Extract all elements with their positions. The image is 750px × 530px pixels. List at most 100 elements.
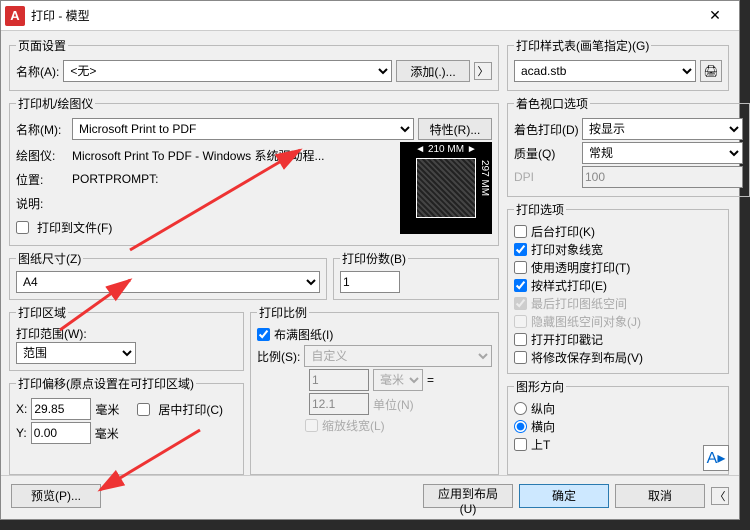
paper-size-legend: 图纸尺寸(Z)	[16, 250, 83, 267]
page-setup-group: 页面设置 名称(A): <无> 添加(.)... 〉	[9, 37, 499, 91]
copies-group: 打印份数(B)	[333, 250, 499, 300]
ratio-label: 比例(S):	[257, 348, 300, 365]
offset-y-label: Y:	[16, 426, 27, 440]
equals-label: =	[427, 373, 434, 387]
scale-unit2-input	[309, 393, 369, 415]
opt-bg-checkbox[interactable]	[514, 225, 527, 238]
ok-button[interactable]: 确定	[519, 484, 609, 508]
ratio-select: 自定义	[304, 345, 492, 367]
window-title: 打印 - 模型	[31, 7, 695, 24]
close-button[interactable]: ✕	[695, 2, 735, 30]
opt-stamp-label: 打开打印戳记	[531, 331, 603, 348]
dpi-input	[582, 166, 743, 188]
print-to-file-label: 打印到文件(F)	[37, 219, 112, 236]
shade-select[interactable]: 按显示	[582, 118, 743, 140]
opt-save-checkbox[interactable]	[514, 351, 527, 364]
page-setup-legend: 页面设置	[16, 37, 68, 54]
plotter-value: Microsoft Print To PDF - Windows 系统驱动程..…	[72, 147, 325, 164]
collapse-icon[interactable]: 〈	[711, 487, 729, 505]
preview-width-label: ◄ 210 MM ►	[400, 144, 492, 155]
area-legend: 打印区域	[16, 304, 68, 321]
footer: 预览(P)... 应用到布局(U) 确定 取消 〈	[1, 475, 739, 515]
offset-x-unit: 毫米	[95, 401, 119, 418]
dpi-label: DPI	[514, 170, 578, 184]
direction-group: 图形方向 纵向 横向 上T	[507, 378, 729, 475]
quality-label: 质量(Q)	[514, 145, 578, 162]
quality-select[interactable]: 常规	[582, 142, 743, 164]
copies-input[interactable]	[340, 271, 400, 293]
opt-stamp-checkbox[interactable]	[514, 333, 527, 346]
styles-legend: 打印样式表(画笔指定)(G)	[514, 37, 651, 54]
styles-edit-button[interactable]: 🖨	[700, 60, 722, 82]
paper-size-select[interactable]: A4	[16, 271, 320, 293]
paper-preview: ◄ 210 MM ► 297 MM	[400, 142, 492, 234]
portrait-radio[interactable]	[514, 402, 527, 415]
printer-props-button[interactable]: 特性(R)...	[418, 118, 492, 140]
opt-hide-checkbox	[514, 315, 527, 328]
offset-y-unit: 毫米	[95, 425, 119, 442]
landscape-radio[interactable]	[514, 420, 527, 433]
add-button[interactable]: 添加(.)...	[396, 60, 470, 82]
plotter-label: 绘图仪:	[16, 147, 68, 164]
location-value: PORTPROMPT:	[72, 172, 158, 186]
printer-name-select[interactable]: Microsoft Print to PDF	[72, 118, 414, 140]
viewport-group: 着色视口选项 着色打印(D) 按显示 质量(Q) 常规 DPI	[507, 95, 750, 197]
printer-group: 打印机/绘图仪 名称(M): Microsoft Print to PDF 特性…	[9, 95, 499, 246]
fit-checkbox[interactable]	[257, 328, 270, 341]
opt-paperspace-label: 最后打印图纸空间	[531, 295, 627, 312]
shade-label: 着色打印(D)	[514, 121, 578, 138]
upside-label: 上T	[531, 436, 550, 453]
scale-unit1-input	[309, 369, 369, 391]
printer-name-label: 名称(M):	[16, 121, 68, 138]
preview-height-label: 297 MM	[479, 160, 490, 216]
opt-bg-label: 后台打印(K)	[531, 223, 595, 240]
preview-page-icon	[416, 158, 476, 218]
expand-icon[interactable]: 〉	[474, 62, 492, 80]
desc-label: 说明:	[16, 195, 68, 212]
printer-legend: 打印机/绘图仪	[16, 95, 95, 112]
print-to-file-checkbox[interactable]	[16, 221, 29, 234]
scale-group: 打印比例 布满图纸(I) 比例(S): 自定义 毫米	[250, 304, 499, 475]
opt-bystyle-checkbox[interactable]	[514, 279, 527, 292]
center-checkbox[interactable]	[137, 403, 150, 416]
area-group: 打印区域 打印范围(W): 范围	[9, 304, 244, 371]
portrait-label: 纵向	[531, 400, 555, 417]
page-name-label: 名称(A):	[16, 63, 59, 80]
upside-checkbox[interactable]	[514, 438, 527, 451]
scale-unit1-select: 毫米	[373, 369, 423, 391]
apply-button[interactable]: 应用到布局(U)	[423, 484, 513, 508]
page-name-select[interactable]: <无>	[63, 60, 392, 82]
opt-trans-label: 使用透明度打印(T)	[531, 259, 630, 276]
styles-group: 打印样式表(画笔指定)(G) acad.stb 🖨	[507, 37, 729, 91]
brush-icon: 🖨	[703, 64, 718, 78]
opt-lw-label: 打印对象线宽	[531, 241, 603, 258]
direction-legend: 图形方向	[514, 378, 566, 395]
copies-legend: 打印份数(B)	[340, 250, 408, 267]
scale-lineweight-checkbox	[305, 419, 318, 432]
options-group: 打印选项 后台打印(K) 打印对象线宽 使用透明度打印(T) 按样式打印(E) …	[507, 201, 729, 374]
opt-paperspace-checkbox	[514, 297, 527, 310]
scale-lineweight-label: 缩放线宽(L)	[322, 417, 385, 434]
styles-select[interactable]: acad.stb	[514, 60, 696, 82]
opt-trans-checkbox[interactable]	[514, 261, 527, 274]
landscape-label: 横向	[531, 418, 555, 435]
opt-hide-label: 隐藏图纸空间对象(J)	[531, 313, 641, 330]
opt-bystyle-label: 按样式打印(E)	[531, 277, 607, 294]
app-logo-icon: A	[5, 6, 25, 26]
offset-y-input[interactable]	[31, 422, 91, 444]
options-legend: 打印选项	[514, 201, 566, 218]
viewport-legend: 着色视口选项	[514, 95, 590, 112]
fit-label: 布满图纸(I)	[274, 326, 333, 343]
scope-select[interactable]: 范围	[16, 342, 136, 364]
cancel-button[interactable]: 取消	[615, 484, 705, 508]
offset-x-input[interactable]	[31, 398, 91, 420]
preview-button[interactable]: 预览(P)...	[11, 484, 101, 508]
scope-label: 打印范围(W):	[16, 325, 237, 342]
center-label: 居中打印(C)	[158, 401, 223, 418]
offset-x-label: X:	[16, 402, 27, 416]
scale-unit2-label: 单位(N)	[373, 396, 414, 413]
opt-lw-checkbox[interactable]	[514, 243, 527, 256]
titlebar: A 打印 - 模型 ✕	[1, 1, 739, 31]
orientation-icon: A▸	[703, 445, 729, 471]
offset-legend: 打印偏移(原点设置在可打印区域)	[16, 375, 196, 392]
